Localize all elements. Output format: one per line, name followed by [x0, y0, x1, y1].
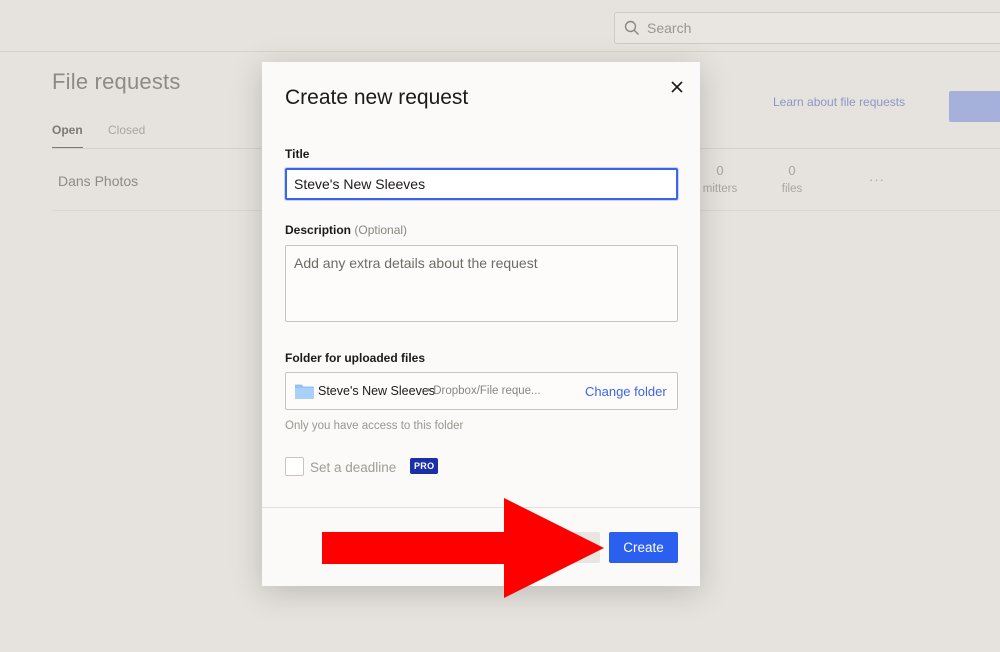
title-input[interactable]	[285, 168, 678, 200]
create-button[interactable]: Create	[609, 532, 678, 563]
page-title: File requests	[52, 69, 181, 94]
change-folder-link[interactable]: Change folder	[585, 384, 667, 399]
search-input[interactable]	[647, 13, 987, 43]
tab-open[interactable]: Open	[52, 123, 83, 149]
more-options-icon[interactable]: ···	[869, 172, 885, 187]
close-icon[interactable]	[666, 76, 688, 98]
description-label-text: Description	[285, 223, 352, 237]
description-input[interactable]	[285, 245, 678, 322]
title-label: Title	[285, 147, 310, 161]
deadline-label: Set a deadline	[310, 460, 397, 475]
folder-selector: Steve's New Sleeves • Dropbox/File reque…	[285, 372, 678, 410]
request-row-name[interactable]: Dans Photos	[58, 173, 138, 189]
search-box[interactable]	[614, 12, 1000, 44]
folder-path: • Dropbox/File reque...	[426, 385, 541, 397]
folder-access-note: Only you have access to this folder	[285, 420, 464, 432]
pro-badge: PRO	[410, 458, 439, 474]
files-label: files	[781, 183, 803, 195]
deadline-checkbox[interactable]	[285, 457, 304, 476]
folder-name: Steve's New Sleeves	[318, 384, 436, 398]
files-count: 0 files	[770, 163, 814, 195]
new-request-button[interactable]	[949, 91, 1000, 122]
optional-hint: (Optional)	[354, 223, 408, 237]
search-icon	[624, 20, 639, 35]
modal-title: Create new request	[285, 86, 469, 109]
description-label: Description (Optional)	[285, 223, 407, 237]
top-bar	[0, 0, 1000, 52]
files-value: 0	[788, 163, 796, 178]
folder-label: Folder for uploaded files	[285, 351, 426, 365]
annotation-arrow-icon	[322, 498, 604, 598]
learn-about-file-requests-link[interactable]: Learn about file requests	[773, 95, 905, 109]
tab-closed[interactable]: Closed	[108, 123, 145, 137]
folder-icon	[295, 384, 314, 399]
